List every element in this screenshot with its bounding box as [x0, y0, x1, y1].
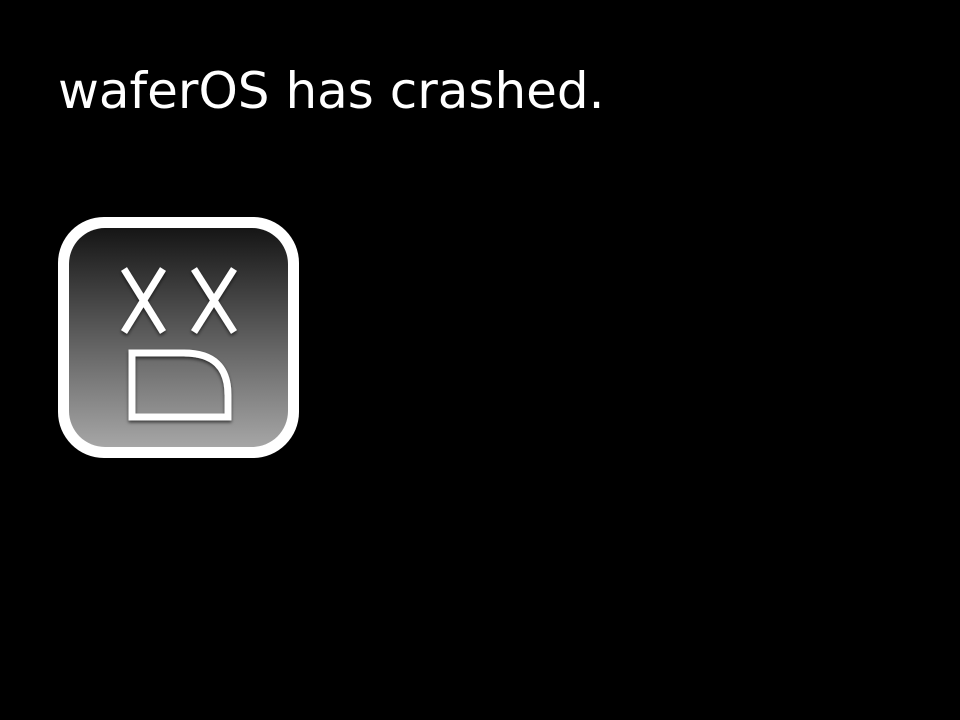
crash-screen: waferOS has crashed.	[0, 0, 960, 720]
sad-face-crash-icon	[58, 217, 299, 458]
crash-message: waferOS has crashed.	[58, 62, 605, 120]
